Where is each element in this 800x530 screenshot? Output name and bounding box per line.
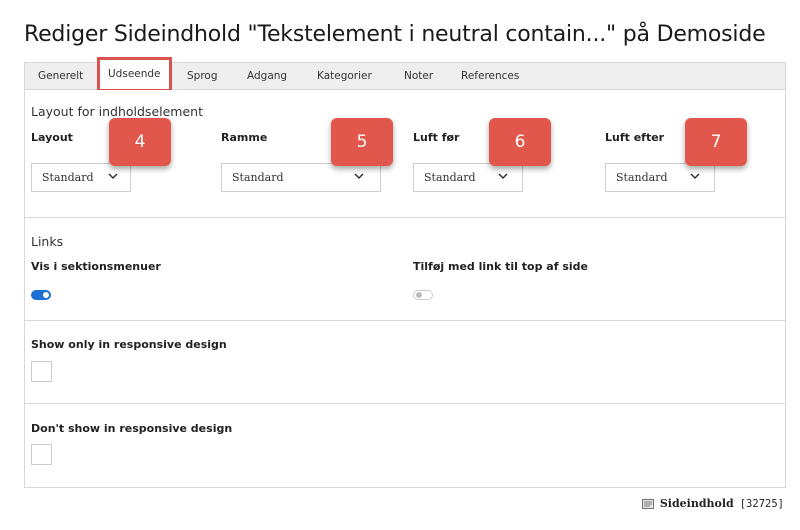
tab-kategorier[interactable]: Kategorier [317, 63, 372, 89]
record-id: [32725] [739, 497, 784, 510]
layout-label: Layout [31, 131, 73, 144]
top-link-label: Tilføj med link til top af side [413, 260, 588, 273]
space-before-select-value: Standard [424, 171, 476, 184]
responsive-only-label: Show only in responsive design [31, 338, 227, 351]
section-menus-toggle[interactable] [31, 290, 51, 300]
callout-badge-6: 6 [489, 118, 551, 166]
space-before-select[interactable]: Standard [413, 163, 523, 192]
layout-select-value: Standard [42, 171, 94, 184]
links-section-heading: Links [31, 234, 64, 249]
links-section: Links Vis i sektionsmenuer Tilføj med li… [25, 218, 785, 321]
callout-badge-4: 4 [109, 118, 171, 166]
space-before-label: Luft før [413, 131, 460, 144]
record-type-name: Sideindhold [659, 497, 734, 510]
layout-select[interactable]: Standard [31, 163, 131, 192]
page-title: Rediger Sideindhold "Tekstelement i neut… [24, 22, 766, 47]
record-info: Sideindhold [32725] [641, 497, 784, 510]
callout-badge-5: 5 [331, 118, 393, 166]
responsive-hide-section: Don't show in responsive design [25, 404, 785, 488]
chevron-down-icon [354, 173, 364, 180]
frame-label: Ramme [221, 131, 268, 144]
appearance-panel: Layout for indholdselement Layout Standa… [24, 90, 786, 488]
layout-section: Layout for indholdselement Layout Standa… [25, 90, 785, 218]
tab-references[interactable]: References [461, 63, 519, 89]
chevron-down-icon [108, 173, 118, 180]
responsive-only-checkbox[interactable] [31, 361, 52, 382]
responsive-hide-checkbox[interactable] [31, 444, 52, 465]
responsive-only-section: Show only in responsive design [25, 321, 785, 404]
space-after-label: Luft efter [605, 131, 665, 144]
space-after-select-value: Standard [616, 171, 668, 184]
tab-adgang[interactable]: Adgang [247, 63, 287, 89]
tab-noter[interactable]: Noter [404, 63, 433, 89]
chevron-down-icon [690, 173, 700, 180]
space-after-select[interactable]: Standard [605, 163, 715, 192]
tab-generelt[interactable]: Generelt [38, 63, 83, 89]
chevron-down-icon [498, 173, 508, 180]
frame-select[interactable]: Standard [221, 163, 381, 192]
frame-select-value: Standard [232, 171, 284, 184]
section-menus-label: Vis i sektionsmenuer [31, 260, 161, 273]
document-icon [641, 498, 654, 509]
tab-sprog[interactable]: Sprog [187, 63, 218, 89]
layout-section-heading: Layout for indholdselement [31, 104, 203, 119]
tab-bar: Generelt Udseende Sprog Adgang Kategorie… [24, 57, 786, 92]
top-link-toggle[interactable] [413, 290, 433, 300]
callout-badge-7: 7 [685, 118, 747, 166]
tab-udseende[interactable]: Udseende [97, 57, 172, 92]
responsive-hide-label: Don't show in responsive design [31, 422, 233, 435]
